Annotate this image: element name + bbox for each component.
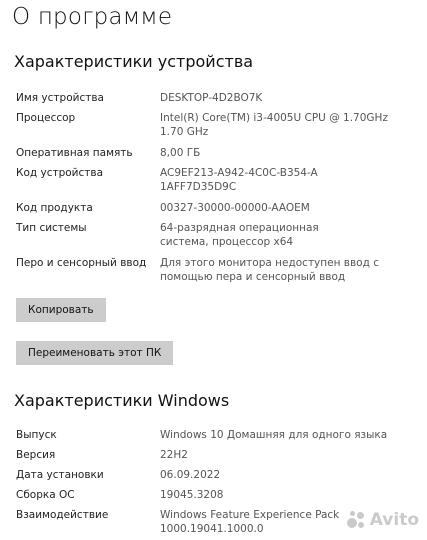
spec-value: Windows 10 Домашняя для одного языка — [160, 429, 388, 441]
spec-value: DESKTOP-4D2BO7K — [160, 92, 263, 104]
spec-value: 22H2 — [160, 449, 188, 461]
about-page: О программе Характеристики устройства Им… — [0, 0, 427, 540]
rename-pc-button[interactable]: Переименовать этот ПК — [16, 341, 174, 365]
spec-label: Имя устройства — [16, 92, 104, 104]
windows-specs-title: Характеристики Windows — [14, 391, 230, 410]
spec-label: Процессор — [16, 112, 76, 124]
spec-value: 19045.3208 — [160, 489, 224, 501]
spec-value: 06.09.2022 — [160, 469, 221, 481]
spec-value: 64-разрядная операционная система, проце… — [160, 222, 319, 248]
spec-label: Перо и сенсорный ввод — [16, 257, 147, 269]
spec-label: Код продукта — [16, 202, 93, 214]
avito-watermark: Avito — [346, 510, 419, 530]
spec-value: 00327-30000-00000-AAOEM — [160, 202, 310, 214]
spec-label: Сборка ОС — [16, 489, 75, 501]
spec-label: Версия — [16, 449, 56, 461]
spec-label: Выпуск — [16, 429, 57, 441]
spec-value: 8,00 ГБ — [160, 147, 201, 159]
spec-value: Intel(R) Core(TM) i3-4005U CPU @ 1.70GHz… — [160, 112, 388, 138]
spec-label: Взаимодействие — [16, 509, 109, 521]
spec-label: Тип системы — [16, 222, 87, 234]
spec-label: Дата установки — [16, 469, 104, 481]
copy-button[interactable]: Копировать — [16, 298, 106, 322]
spec-value: AC9EF213-A942-4C0C-B354-A1AFF7D35D9C — [160, 167, 318, 193]
spec-label: Оперативная память — [16, 147, 133, 159]
spec-label: Код устройства — [16, 167, 104, 179]
spec-value: Windows Feature Experience Pack 1000.190… — [160, 509, 340, 535]
device-specs-title: Характеристики устройства — [14, 52, 254, 71]
avito-watermark-text: Avito — [369, 510, 419, 530]
spec-value: Для этого монитора недоступен ввод с пом… — [160, 257, 379, 283]
page-title: О программе — [12, 4, 173, 30]
avito-logo-icon — [346, 510, 366, 530]
